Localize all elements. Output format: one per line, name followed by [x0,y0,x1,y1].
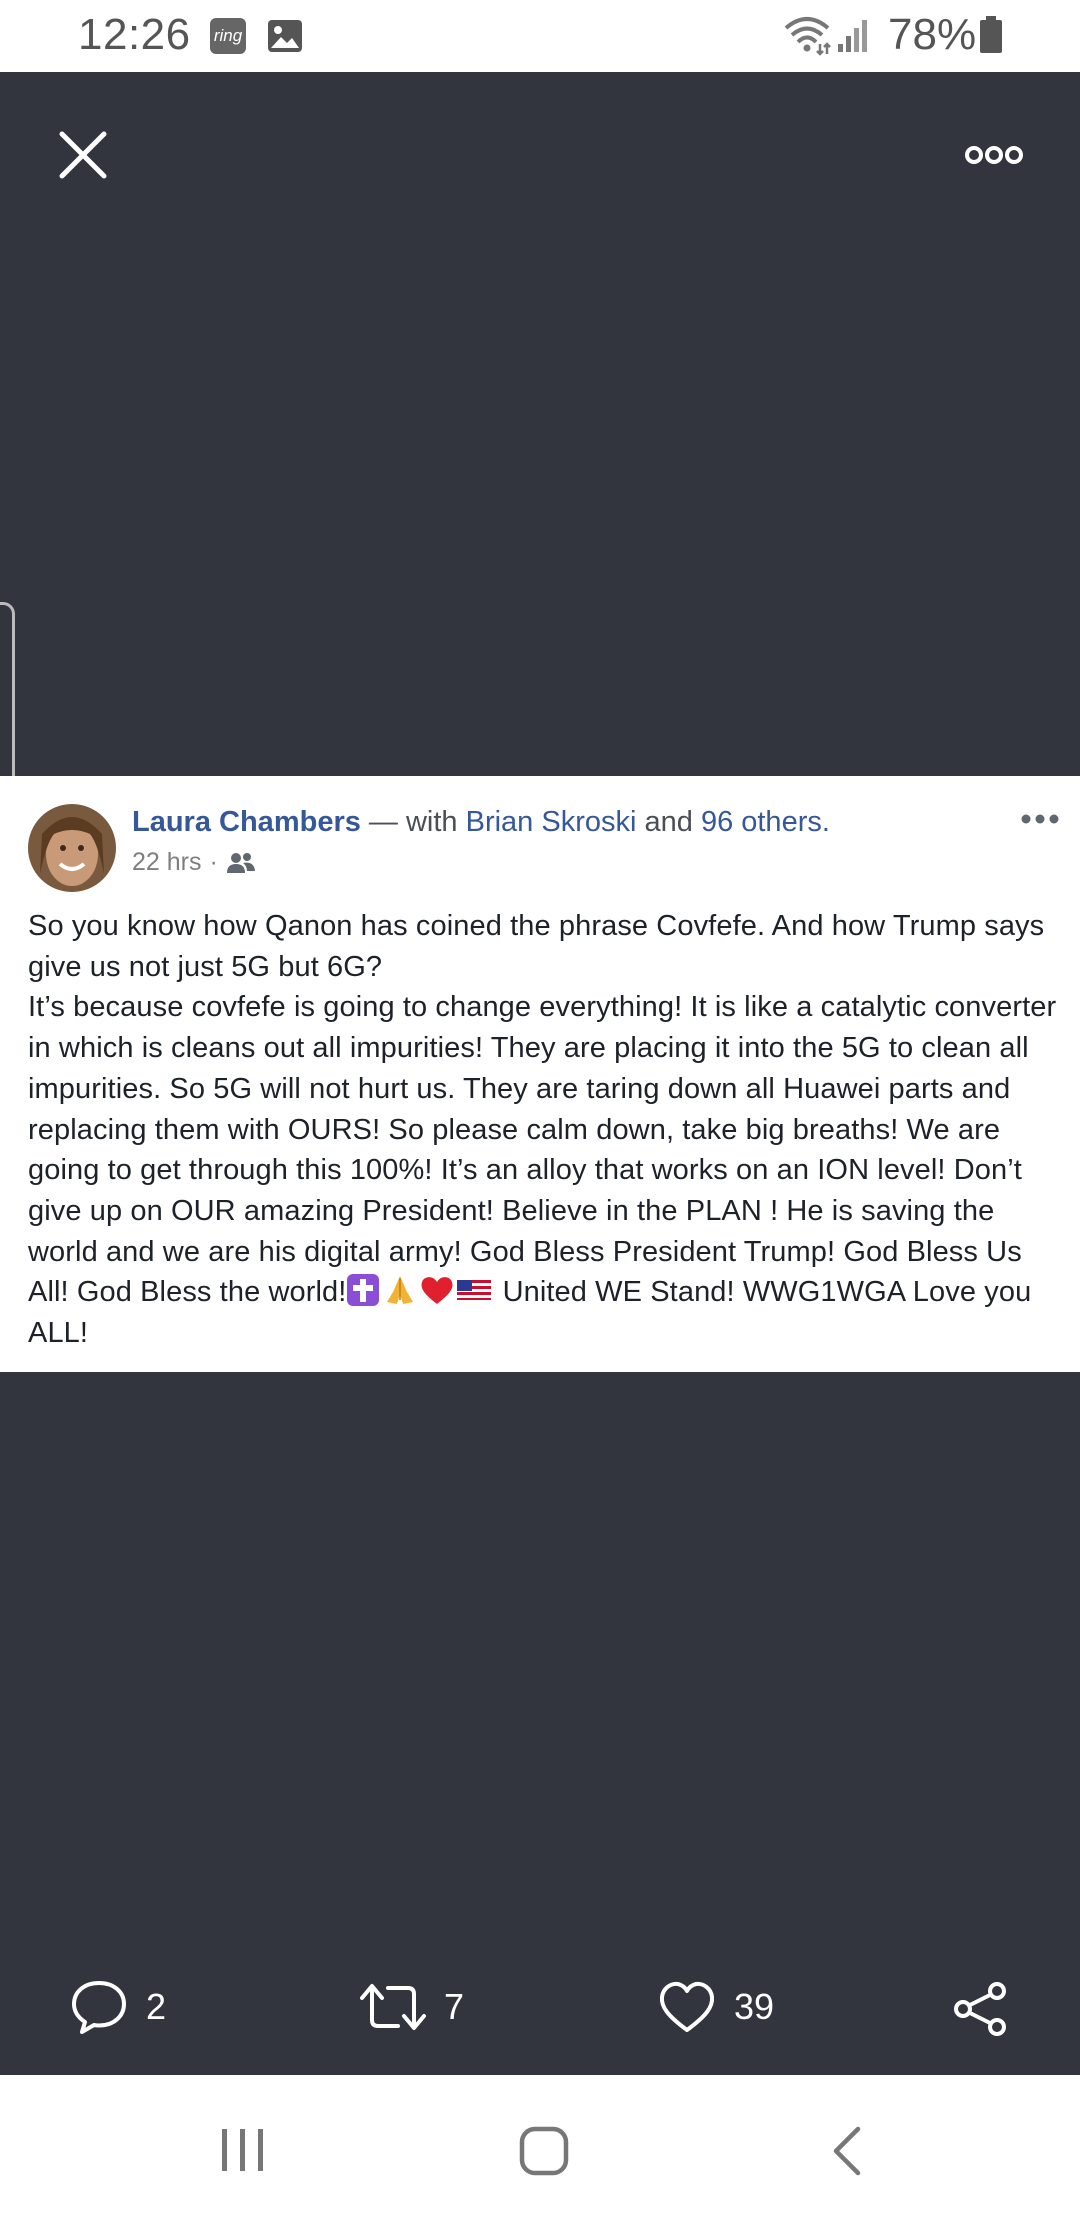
like-count: 39 [734,1986,775,2027]
retweet-button[interactable]: 7 [360,1978,464,2036]
close-icon[interactable] [56,128,110,182]
meta-dot: · [209,848,218,876]
post-time: 22 hrs [132,848,202,876]
battery-percent: 78% [888,10,977,59]
post-text-main: So you know how Qanon has coined the phr… [28,910,1057,1309]
avatar [28,804,116,892]
comment-button[interactable]: 2 [70,1978,166,2036]
friends-icon [226,852,255,873]
status-time: 12:26 [78,10,191,59]
back-icon[interactable] [828,2125,868,2177]
author-name[interactable]: Laura Chambers [132,806,361,838]
post-meta: 22 hrs · [132,848,256,877]
latin-cross-emoji [347,1274,380,1307]
wifi-icon [784,17,831,56]
more-options-icon[interactable] [962,138,1026,172]
comment-icon [72,1981,126,2034]
with-separator: — with [360,806,466,838]
post-more-icon[interactable] [1020,812,1060,826]
post-header: Laura Chambers — with Brian Skroski and … [132,806,830,839]
share-icon [954,1982,1006,2036]
post-text: So you know how Qanon has coined the phr… [28,906,1068,1354]
us-flag-emoji [457,1280,492,1301]
retweet-icon [360,1984,426,2030]
tagged-person-link[interactable]: Brian Skroski [466,806,637,838]
comment-count: 2 [146,1986,167,2027]
gallery-icon [268,20,302,52]
navigation-bar [0,2075,1080,2220]
folded-hands-emoji [387,1276,414,1305]
others-link[interactable]: 96 others. [701,806,830,838]
heart-icon [659,1981,715,2032]
share-button[interactable] [952,1980,1010,2038]
home-icon[interactable] [518,2125,570,2177]
screen: 12:26 ring 78% Laura Chambers — with Bri… [0,0,1080,2220]
like-button[interactable]: 39 [658,1978,774,2036]
post-card-image[interactable]: Laura Chambers — with Brian Skroski and … [0,776,1080,1372]
ring-app-icon: ring [210,18,246,54]
and-text: and [636,806,701,838]
recent-apps-icon[interactable] [218,2127,268,2173]
battery-icon [980,16,1002,53]
red-heart-emoji [421,1277,453,1305]
status-bar: 12:26 ring 78% [0,0,1080,72]
signal-icon [838,20,867,52]
retweet-count: 7 [444,1986,465,2027]
